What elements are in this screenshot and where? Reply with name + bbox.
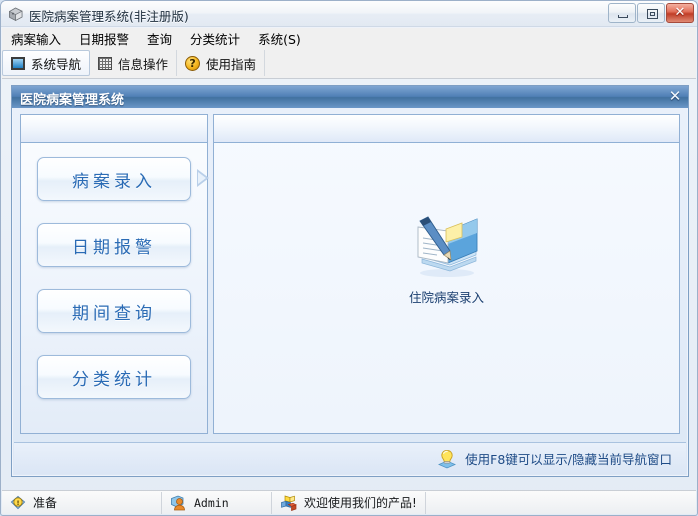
status-text-user: Admin (194, 495, 229, 510)
nav-button-label: 期间查询 (72, 303, 156, 324)
maximize-button[interactable] (637, 3, 665, 23)
chevron-right-icon (197, 169, 209, 187)
menu-bar: 病案输入 日期报警 查询 分类统计 系统(S) (2, 28, 696, 48)
toolbar-label-information-operation: 信息操作 (118, 56, 169, 72)
toolbar-label-system-navigation: 系统导航 (31, 56, 82, 72)
status-cell-user: Admin (162, 491, 272, 514)
nav-button-label: 日期报警 (72, 237, 156, 258)
nav-button-date-alarm[interactable]: 日期报警 (37, 223, 191, 267)
window-controls: ✕ (607, 3, 694, 23)
navigation-pane: 病案录入 日期报警 期间查询 分类统计 (20, 114, 209, 434)
toolbar-button-system-navigation[interactable]: 系统导航 (2, 50, 91, 76)
cubes-icon (280, 495, 297, 511)
tip-bar: 使用F8键可以显示/隐藏当前导航窗口 (14, 442, 686, 474)
notepad-with-pen-icon (410, 211, 484, 279)
minimize-icon (618, 15, 628, 18)
status-cell-welcome: 欢迎使用我们的产品! (272, 491, 426, 514)
panel-title: 医院病案管理系统 (20, 93, 125, 108)
navigation-pane-header (21, 115, 207, 143)
navigation-button-list: 病案录入 日期报警 期间查询 分类统计 (21, 143, 209, 399)
nav-button-label: 分类统计 (72, 369, 156, 390)
menu-item-date-alarm[interactable]: 日期报警 (70, 27, 138, 50)
status-cell-ready: ! 准备 (2, 491, 162, 514)
lightbulb-icon (436, 448, 458, 470)
nav-button-label: 病案录入 (72, 171, 156, 192)
minimize-button[interactable] (608, 3, 636, 23)
application-box-icon (7, 5, 25, 23)
status-text-ready: 准备 (33, 496, 58, 510)
panel-close-icon[interactable]: ✕ (667, 89, 683, 105)
shortcut-label: 住院病案录入 (408, 290, 484, 305)
content-pane: 住院病案录入 (213, 114, 680, 434)
shortcut-inpatient-record-input[interactable]: 住院病案录入 (382, 211, 512, 306)
maximize-icon (647, 9, 658, 19)
toolbar: 系统导航 信息操作 使用指南 (2, 48, 696, 79)
grid-icon (98, 56, 113, 70)
close-button[interactable]: ✕ (666, 3, 694, 23)
window-title: 医院病案管理系统(非注册版) (29, 9, 189, 24)
navigator-icon (11, 56, 25, 70)
ready-status-icon: ! (10, 495, 26, 511)
toolbar-label-user-guide: 使用指南 (206, 56, 257, 72)
main-panel: 医院病案管理系统 ✕ 病案录入 日期报警 期间查询 分类统计 住院病案录入 使用… (11, 85, 689, 477)
tip-text: 使用F8键可以显示/隐藏当前导航窗口 (465, 452, 672, 467)
panel-body: 病案录入 日期报警 期间查询 分类统计 住院病案录入 使用F8键可以显示/隐藏当… (13, 108, 687, 475)
application-window: 医院病案管理系统(非注册版) ✕ 病案输入 日期报警 查询 分类统计 系统(S)… (0, 0, 698, 516)
nav-button-period-query[interactable]: 期间查询 (37, 289, 191, 333)
toolbar-button-information-operation[interactable]: 信息操作 (90, 50, 178, 76)
status-bar: ! 准备 Admin 欢迎使用我们的产品! (2, 490, 696, 514)
svg-text:!: ! (17, 500, 20, 507)
nav-button-classification-stats[interactable]: 分类统计 (37, 355, 191, 399)
status-text-welcome: 欢迎使用我们的产品! (304, 496, 417, 510)
user-icon (170, 495, 187, 511)
content-pane-header (214, 115, 679, 143)
menu-item-record-input[interactable]: 病案输入 (2, 27, 70, 50)
panel-title-bar: 医院病案管理系统 ✕ (12, 86, 688, 108)
menu-item-query[interactable]: 查询 (138, 27, 181, 50)
close-icon: ✕ (674, 5, 686, 20)
title-bar: 医院病案管理系统(非注册版) ✕ (1, 1, 697, 27)
toolbar-button-user-guide[interactable]: 使用指南 (177, 50, 266, 76)
nav-button-record-input[interactable]: 病案录入 (37, 157, 209, 201)
menu-item-system[interactable]: 系统(S) (249, 27, 310, 50)
menu-item-classification-stats[interactable]: 分类统计 (181, 27, 249, 50)
help-question-icon (185, 55, 201, 71)
